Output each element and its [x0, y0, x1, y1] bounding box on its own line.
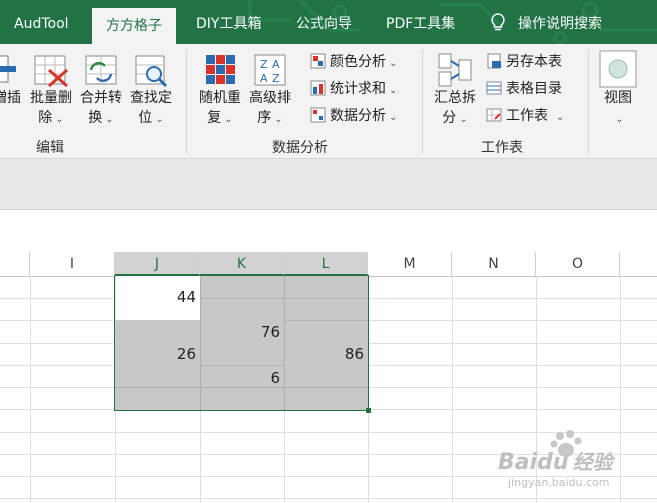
data-analysis-button[interactable]: 数据分析 ⌄ — [310, 107, 397, 127]
color-analysis-label: 颜色分析 — [330, 54, 386, 70]
batch-delete-label-1: 批量删 — [30, 90, 72, 106]
batch-delete-icon — [34, 55, 68, 88]
merge-convert-button[interactable]: 合并转 换 ⌄ — [78, 52, 124, 130]
chevron-down-icon: ⌄ — [459, 114, 468, 125]
find-locate-button[interactable]: 查找定 位 ⌄ — [128, 52, 174, 130]
lightbulb-icon — [491, 13, 505, 31]
chevron-down-icon: ⌄ — [274, 114, 283, 125]
worksheet-icon — [486, 108, 502, 122]
svg-text:A: A — [260, 72, 268, 85]
merge-convert-icon — [85, 55, 117, 85]
svg-text:Z: Z — [260, 58, 268, 71]
chevron-down-icon: ⌄ — [105, 114, 114, 125]
column-header-O[interactable]: O — [536, 252, 620, 276]
column-header-N[interactable]: N — [452, 252, 536, 276]
tab-formula-wizard[interactable]: 公式向导 — [296, 0, 352, 44]
advanced-sort-label-2: 序 — [257, 110, 272, 126]
chevron-down-icon: ⌄ — [556, 112, 565, 123]
tab-audtool[interactable]: AudTool — [14, 0, 69, 44]
merge-convert-label-2: 换 — [88, 110, 103, 126]
column-header-J[interactable]: J — [115, 252, 200, 276]
search-label: 操作说明搜索 — [518, 16, 602, 32]
color-analysis-icon — [310, 53, 326, 69]
column-header-H[interactable] — [0, 252, 30, 276]
chevron-down-icon: ⌄ — [615, 114, 624, 125]
worksheet-group-label: 工作表 — [481, 140, 523, 156]
edit-group-label: 编辑 — [36, 140, 64, 156]
random-repeat-label-2: 复 — [207, 110, 222, 126]
data-analysis-icon — [310, 107, 326, 123]
stat-sum-icon — [310, 80, 326, 96]
chevron-down-icon: ⌄ — [389, 85, 398, 96]
view-icon — [599, 50, 637, 88]
advanced-sort-label-1: 高级排 — [249, 90, 291, 106]
column-header-L[interactable]: L — [284, 252, 368, 276]
chevron-down-icon: ⌄ — [224, 114, 233, 125]
insert-button[interactable]: 増插 — [0, 52, 22, 108]
sheet-top-strip — [0, 210, 657, 253]
watermark-brand: Baidu — [498, 450, 569, 475]
sort-az-icon: Z A A Z — [254, 54, 286, 86]
find-locate-label-1: 查找定 — [130, 90, 172, 106]
group-divider — [422, 50, 423, 154]
insert-label: 増插 — [0, 90, 21, 106]
ribbon-tab-bar: AudTool 方方格子 DIY工具箱 公式向导 PDF工具集 操作说明搜索 — [0, 0, 657, 44]
advanced-sort-button[interactable]: Z A A Z 高级排 序 ⌄ — [246, 52, 294, 130]
svg-text:Z: Z — [272, 72, 280, 85]
summary-split-icon — [438, 53, 472, 87]
tell-me-search[interactable]: 操作说明搜索 — [490, 0, 602, 44]
worksheet-menu-button[interactable]: 工作表 ⌄ — [486, 107, 564, 127]
insert-icon — [0, 55, 16, 83]
save-sheet-button[interactable]: 另存本表 — [486, 53, 562, 71]
batch-delete-button[interactable]: 批量删 除 ⌄ — [28, 52, 74, 130]
chevron-down-icon: ⌄ — [55, 114, 64, 125]
color-analysis-button[interactable]: 颜色分析 ⌄ — [310, 53, 397, 73]
summary-split-label-2: 分 — [442, 110, 457, 126]
formula-bar[interactable] — [0, 159, 657, 210]
table-index-icon — [486, 81, 502, 95]
view-label: 视图 — [604, 90, 632, 106]
chevron-down-icon: ⌄ — [389, 58, 398, 69]
svg-text:A: A — [272, 58, 280, 71]
table-index-button[interactable]: 表格目录 — [486, 80, 562, 98]
chevron-down-icon: ⌄ — [155, 114, 164, 125]
column-header-K[interactable]: K — [200, 252, 284, 276]
table-index-label: 表格目录 — [506, 81, 562, 97]
column-header-bar: I J K L M N O — [0, 252, 657, 277]
group-divider — [186, 50, 187, 154]
selection-range — [114, 275, 369, 411]
find-locate-label-2: 位 — [138, 110, 153, 126]
random-repeat-button[interactable]: 随机重 复 ⌄ — [196, 52, 244, 130]
view-button[interactable]: 视图 ⌄ — [598, 50, 638, 130]
save-sheet-icon — [487, 53, 501, 69]
ribbon-panel: 増插 批量删 除⌄ 合并转 换⌄ 查找定 位⌄ 编辑 — [0, 44, 657, 159]
summary-split-label-1: 汇总拆 — [434, 90, 476, 106]
batch-delete-label-2: 除 — [38, 110, 53, 126]
fill-handle[interactable] — [366, 408, 371, 413]
watermark-brand-cn: 经验 — [572, 450, 613, 474]
random-repeat-label-1: 随机重 — [199, 90, 241, 106]
data-analysis-label: 数据分析 — [330, 108, 386, 124]
save-sheet-label: 另存本表 — [506, 54, 562, 70]
tab-pdf-tools[interactable]: PDF工具集 — [386, 0, 455, 44]
find-locate-icon — [135, 55, 168, 88]
column-header-P[interactable] — [620, 252, 657, 276]
tab-diy-toolbox[interactable]: DIY工具箱 — [196, 0, 261, 44]
column-header-I[interactable]: I — [30, 252, 115, 276]
stat-sum-label: 统计求和 — [330, 81, 386, 97]
stat-sum-button[interactable]: 统计求和 ⌄ — [310, 80, 397, 100]
summary-split-button[interactable]: 汇总拆 分 ⌄ — [432, 52, 478, 130]
chevron-down-icon: ⌄ — [389, 112, 398, 123]
tab-fangfang[interactable]: 方方格子 — [92, 8, 176, 44]
merge-convert-label-1: 合并转 — [80, 90, 122, 106]
worksheet-menu-label: 工作表 — [506, 108, 548, 124]
group-divider — [588, 50, 589, 154]
column-header-M[interactable]: M — [368, 252, 452, 276]
analysis-group-label: 数据分析 — [272, 140, 328, 156]
random-repeat-icon — [206, 55, 235, 84]
watermark-url: jingyan.baidu.com — [508, 476, 610, 489]
